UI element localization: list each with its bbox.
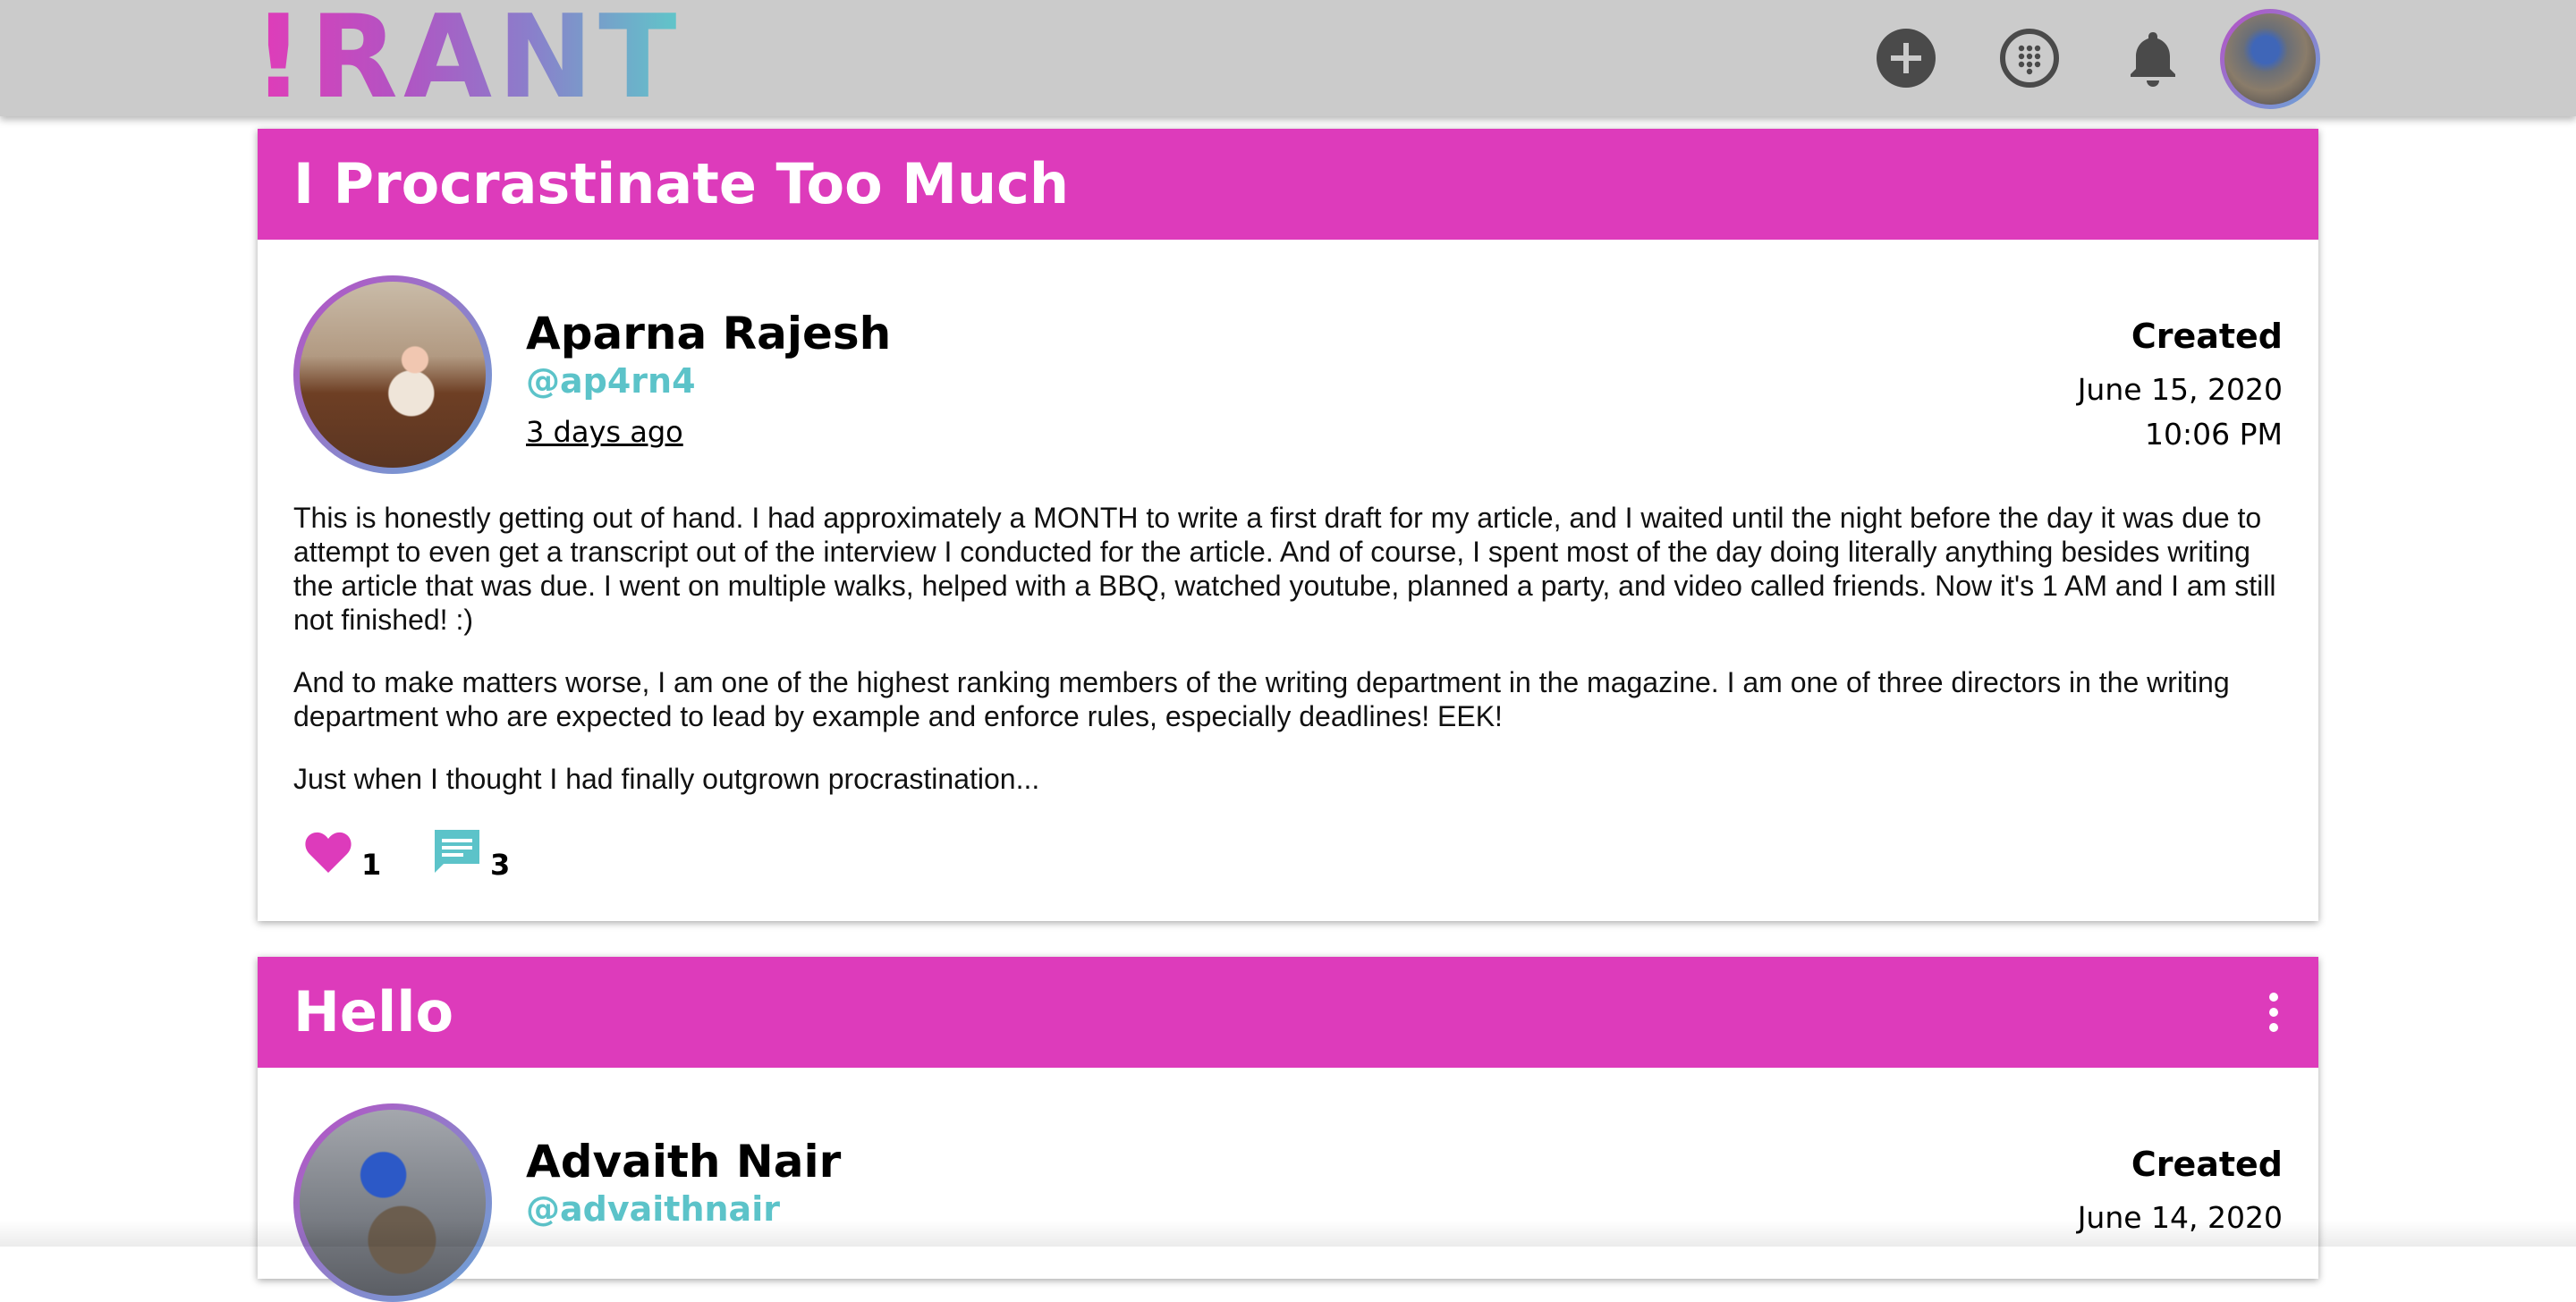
created-label: Created bbox=[2131, 1145, 2283, 1184]
comment-icon bbox=[431, 826, 483, 878]
post-paragraph: Just when I thought I had finally outgro… bbox=[293, 762, 2288, 796]
author-avatar[interactable] bbox=[293, 275, 492, 474]
post-header: I Procrastinate Too Much bbox=[258, 129, 2318, 240]
relative-time-link[interactable]: 3 days ago bbox=[526, 415, 683, 449]
post-paragraph: This is honestly getting out of hand. I … bbox=[293, 501, 2288, 637]
bell-icon[interactable] bbox=[2122, 27, 2184, 89]
created-time: 10:06 PM bbox=[2145, 417, 2283, 452]
user-avatar[interactable] bbox=[2220, 9, 2320, 109]
dialpad-icon[interactable] bbox=[1998, 27, 2061, 89]
created-date: June 15, 2020 bbox=[2078, 372, 2283, 407]
post-header: Hello bbox=[258, 957, 2318, 1068]
like-count: 1 bbox=[361, 851, 381, 878]
like-button[interactable]: 1 bbox=[302, 826, 381, 878]
author-name[interactable]: Advaith Nair bbox=[526, 1136, 841, 1188]
rant-logo[interactable]: !RANT bbox=[252, 4, 682, 113]
comment-count: 3 bbox=[490, 851, 510, 878]
created-label: Created bbox=[2131, 317, 2283, 356]
scroll-fade bbox=[0, 1220, 2576, 1247]
author-name[interactable]: Aparna Rajesh bbox=[526, 308, 891, 359]
comment-button[interactable]: 3 bbox=[431, 826, 510, 878]
post-body: This is honestly getting out of hand. I … bbox=[293, 501, 2288, 824]
plus-circle-icon[interactable] bbox=[1875, 27, 1937, 89]
post-title[interactable]: Hello bbox=[293, 957, 453, 1068]
more-options-icon[interactable] bbox=[2265, 993, 2283, 1032]
post-title[interactable]: I Procrastinate Too Much bbox=[293, 129, 1069, 240]
top-navbar: !RANT bbox=[0, 0, 2576, 116]
heart-icon bbox=[302, 826, 354, 878]
author-avatar[interactable] bbox=[293, 1103, 492, 1302]
post-card: I Procrastinate Too Much Aparna Rajesh @… bbox=[258, 129, 2318, 921]
author-handle[interactable]: @ap4rn4 bbox=[526, 361, 696, 401]
post-paragraph: And to make matters worse, I am one of t… bbox=[293, 665, 2288, 733]
